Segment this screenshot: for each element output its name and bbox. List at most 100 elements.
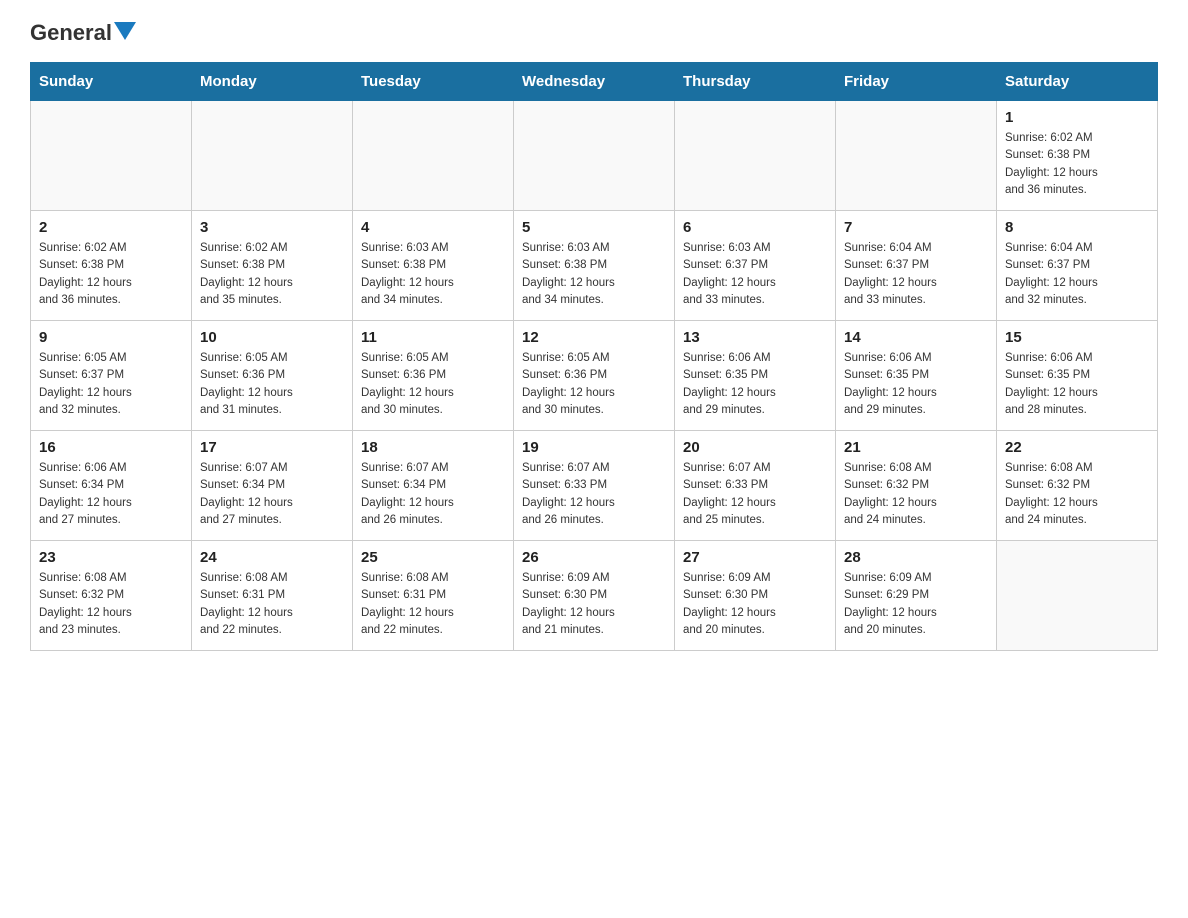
day-number: 13 bbox=[683, 329, 827, 346]
calendar-cell: 15 Sunrise: 6:06 AMSunset: 6:35 PMDayligh… bbox=[997, 321, 1158, 431]
day-info: Sunrise: 6:02 AMSunset: 6:38 PMDaylight:… bbox=[200, 240, 344, 309]
page-header: General bbox=[30, 20, 1158, 42]
calendar-cell bbox=[675, 101, 836, 211]
day-number: 12 bbox=[522, 329, 666, 346]
day-info: Sunrise: 6:03 AMSunset: 6:37 PMDaylight:… bbox=[683, 240, 827, 309]
calendar-cell bbox=[836, 101, 997, 211]
calendar-cell: 20 Sunrise: 6:07 AMSunset: 6:33 PMDayligh… bbox=[675, 431, 836, 541]
calendar-cell: 14 Sunrise: 6:06 AMSunset: 6:35 PMDayligh… bbox=[836, 321, 997, 431]
calendar-cell: 4 Sunrise: 6:03 AMSunset: 6:38 PMDaylight… bbox=[353, 211, 514, 321]
day-info: Sunrise: 6:04 AMSunset: 6:37 PMDaylight:… bbox=[844, 240, 988, 309]
calendar-cell: 25Sunrise: 6:08 AMSunset: 6:31 PMDayligh… bbox=[353, 541, 514, 651]
calendar-table: SundayMondayTuesdayWednesdayThursdayFrid… bbox=[30, 62, 1158, 651]
calendar-cell: 5 Sunrise: 6:03 AMSunset: 6:38 PMDaylight… bbox=[514, 211, 675, 321]
day-info: Sunrise: 6:08 AMSunset: 6:32 PMDaylight:… bbox=[1005, 460, 1149, 529]
calendar-cell bbox=[514, 101, 675, 211]
weekday-header-sunday: Sunday bbox=[31, 63, 192, 101]
day-info: Sunrise: 6:08 AMSunset: 6:32 PMDaylight:… bbox=[844, 460, 988, 529]
weekday-header-friday: Friday bbox=[836, 63, 997, 101]
calendar-cell: 16 Sunrise: 6:06 AMSunset: 6:34 PMDayligh… bbox=[31, 431, 192, 541]
day-info: Sunrise: 6:05 AMSunset: 6:36 PMDaylight:… bbox=[522, 350, 666, 419]
calendar-cell: 27 Sunrise: 6:09 AMSunset: 6:30 PMDayligh… bbox=[675, 541, 836, 651]
day-info: Sunrise: 6:06 AMSunset: 6:35 PMDaylight:… bbox=[844, 350, 988, 419]
calendar-cell: 18 Sunrise: 6:07 AMSunset: 6:34 PMDayligh… bbox=[353, 431, 514, 541]
day-info: Sunrise: 6:09 AMSunset: 6:30 PMDaylight:… bbox=[683, 570, 827, 639]
calendar-week-row: 2 Sunrise: 6:02 AMSunset: 6:38 PMDaylight… bbox=[31, 211, 1158, 321]
calendar-cell: 1 Sunrise: 6:02 AMSunset: 6:38 PMDaylight… bbox=[997, 101, 1158, 211]
calendar-cell: 13Sunrise: 6:06 AMSunset: 6:35 PMDayligh… bbox=[675, 321, 836, 431]
logo-text: General bbox=[30, 20, 112, 46]
day-number: 7 bbox=[844, 219, 988, 236]
calendar-week-row: 9Sunrise: 6:05 AMSunset: 6:37 PMDaylight… bbox=[31, 321, 1158, 431]
weekday-header-monday: Monday bbox=[192, 63, 353, 101]
day-info: Sunrise: 6:07 AMSunset: 6:34 PMDaylight:… bbox=[200, 460, 344, 529]
day-number: 2 bbox=[39, 219, 183, 236]
day-info: Sunrise: 6:05 AMSunset: 6:37 PMDaylight:… bbox=[39, 350, 183, 419]
calendar-cell bbox=[997, 541, 1158, 651]
calendar-cell: 23Sunrise: 6:08 AMSunset: 6:32 PMDayligh… bbox=[31, 541, 192, 651]
day-info: Sunrise: 6:05 AMSunset: 6:36 PMDaylight:… bbox=[361, 350, 505, 419]
calendar-cell: 11 Sunrise: 6:05 AMSunset: 6:36 PMDayligh… bbox=[353, 321, 514, 431]
day-info: Sunrise: 6:07 AMSunset: 6:33 PMDaylight:… bbox=[522, 460, 666, 529]
calendar-cell: 22 Sunrise: 6:08 AMSunset: 6:32 PMDayligh… bbox=[997, 431, 1158, 541]
day-info: Sunrise: 6:07 AMSunset: 6:33 PMDaylight:… bbox=[683, 460, 827, 529]
day-info: Sunrise: 6:06 AMSunset: 6:34 PMDaylight:… bbox=[39, 460, 183, 529]
calendar-cell bbox=[31, 101, 192, 211]
day-number: 3 bbox=[200, 219, 344, 236]
day-number: 4 bbox=[361, 219, 505, 236]
day-number: 8 bbox=[1005, 219, 1149, 236]
day-info: Sunrise: 6:06 AMSunset: 6:35 PMDaylight:… bbox=[1005, 350, 1149, 419]
day-number: 25 bbox=[361, 549, 505, 566]
day-info: Sunrise: 6:08 AMSunset: 6:31 PMDaylight:… bbox=[200, 570, 344, 639]
calendar-week-row: 16 Sunrise: 6:06 AMSunset: 6:34 PMDayligh… bbox=[31, 431, 1158, 541]
calendar-cell bbox=[353, 101, 514, 211]
day-number: 11 bbox=[361, 329, 505, 346]
day-info: Sunrise: 6:09 AMSunset: 6:29 PMDaylight:… bbox=[844, 570, 988, 639]
calendar-cell: 21 Sunrise: 6:08 AMSunset: 6:32 PMDayligh… bbox=[836, 431, 997, 541]
calendar-cell: 7 Sunrise: 6:04 AMSunset: 6:37 PMDaylight… bbox=[836, 211, 997, 321]
day-number: 28 bbox=[844, 549, 988, 566]
day-info: Sunrise: 6:09 AMSunset: 6:30 PMDaylight:… bbox=[522, 570, 666, 639]
calendar-week-row: 1 Sunrise: 6:02 AMSunset: 6:38 PMDaylight… bbox=[31, 101, 1158, 211]
calendar-cell: 8 Sunrise: 6:04 AMSunset: 6:37 PMDaylight… bbox=[997, 211, 1158, 321]
calendar-cell: 26 Sunrise: 6:09 AMSunset: 6:30 PMDayligh… bbox=[514, 541, 675, 651]
calendar-cell: 2 Sunrise: 6:02 AMSunset: 6:38 PMDaylight… bbox=[31, 211, 192, 321]
day-number: 5 bbox=[522, 219, 666, 236]
day-number: 21 bbox=[844, 439, 988, 456]
calendar-cell: 3 Sunrise: 6:02 AMSunset: 6:38 PMDaylight… bbox=[192, 211, 353, 321]
calendar-cell: 12 Sunrise: 6:05 AMSunset: 6:36 PMDayligh… bbox=[514, 321, 675, 431]
day-number: 1 bbox=[1005, 109, 1149, 126]
day-number: 26 bbox=[522, 549, 666, 566]
day-number: 17 bbox=[200, 439, 344, 456]
day-number: 23 bbox=[39, 549, 183, 566]
day-number: 10 bbox=[200, 329, 344, 346]
day-number: 14 bbox=[844, 329, 988, 346]
day-info: Sunrise: 6:02 AMSunset: 6:38 PMDaylight:… bbox=[1005, 130, 1149, 199]
calendar-cell: 9Sunrise: 6:05 AMSunset: 6:37 PMDaylight… bbox=[31, 321, 192, 431]
day-info: Sunrise: 6:07 AMSunset: 6:34 PMDaylight:… bbox=[361, 460, 505, 529]
day-number: 16 bbox=[39, 439, 183, 456]
day-number: 15 bbox=[1005, 329, 1149, 346]
calendar-cell: 10Sunrise: 6:05 AMSunset: 6:36 PMDayligh… bbox=[192, 321, 353, 431]
day-number: 22 bbox=[1005, 439, 1149, 456]
day-number: 6 bbox=[683, 219, 827, 236]
day-number: 19 bbox=[522, 439, 666, 456]
calendar-cell: 28 Sunrise: 6:09 AMSunset: 6:29 PMDayligh… bbox=[836, 541, 997, 651]
day-info: Sunrise: 6:03 AMSunset: 6:38 PMDaylight:… bbox=[361, 240, 505, 309]
weekday-header-wednesday: Wednesday bbox=[514, 63, 675, 101]
day-info: Sunrise: 6:02 AMSunset: 6:38 PMDaylight:… bbox=[39, 240, 183, 309]
day-info: Sunrise: 6:04 AMSunset: 6:37 PMDaylight:… bbox=[1005, 240, 1149, 309]
calendar-cell: 17 Sunrise: 6:07 AMSunset: 6:34 PMDayligh… bbox=[192, 431, 353, 541]
logo: General bbox=[30, 20, 136, 42]
day-info: Sunrise: 6:03 AMSunset: 6:38 PMDaylight:… bbox=[522, 240, 666, 309]
day-number: 18 bbox=[361, 439, 505, 456]
day-number: 27 bbox=[683, 549, 827, 566]
calendar-cell bbox=[192, 101, 353, 211]
weekday-header-saturday: Saturday bbox=[997, 63, 1158, 101]
weekday-header-tuesday: Tuesday bbox=[353, 63, 514, 101]
weekday-header-row: SundayMondayTuesdayWednesdayThursdayFrid… bbox=[31, 63, 1158, 101]
calendar-week-row: 23Sunrise: 6:08 AMSunset: 6:32 PMDayligh… bbox=[31, 541, 1158, 651]
calendar-cell: 19 Sunrise: 6:07 AMSunset: 6:33 PMDayligh… bbox=[514, 431, 675, 541]
day-number: 20 bbox=[683, 439, 827, 456]
calendar-cell: 24Sunrise: 6:08 AMSunset: 6:31 PMDayligh… bbox=[192, 541, 353, 651]
